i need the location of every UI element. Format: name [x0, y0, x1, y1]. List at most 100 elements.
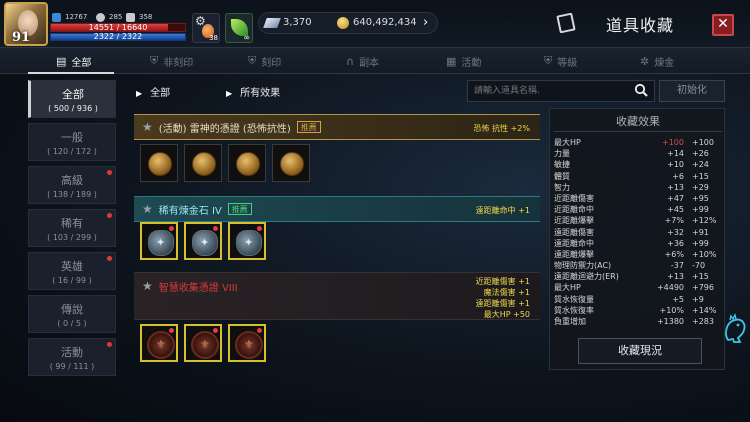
auto-potion-button[interactable]: ⚙ 38 [192, 13, 220, 43]
search-icon[interactable] [634, 83, 648, 97]
shield-icon: ⛨ [248, 54, 257, 67]
item-slot[interactable] [228, 144, 266, 182]
new-badge-dot [107, 170, 112, 175]
triangle-right-icon: ▶ [226, 89, 233, 98]
collection-group-header[interactable]: ★ (活動) 雷神的憑證 (恐怖抗性) 推薦 恐怖 抗性 +2% [134, 114, 540, 140]
alchemy-stone-icon: ✦ [148, 230, 174, 256]
effect-max-value: +15 [692, 272, 709, 282]
item-slot[interactable]: ✦ [228, 222, 266, 260]
grade-filter-dropdown[interactable]: ▶ 全部 [136, 84, 170, 99]
effect-current-value: +100 [662, 138, 684, 147]
effect-max-value: +91 [692, 227, 709, 237]
book-icon [556, 12, 576, 34]
collection-status-button[interactable]: 收藏現況 [578, 338, 702, 364]
item-slot[interactable] [140, 144, 178, 182]
tab-label: 活動 [461, 57, 482, 69]
new-badge-dot [107, 256, 112, 261]
effect-row: 質水恢復量 +5 +9 [554, 294, 722, 305]
favorite-star-icon[interactable]: ★ [142, 202, 153, 216]
effect-row: 物理防禦力(AC) -37 -70 [554, 260, 722, 271]
reset-button[interactable]: 初始化 [659, 80, 725, 102]
tab-6[interactable]: ✲ 煉金 [640, 48, 674, 74]
grade-item-6[interactable]: 活動 ( 99 / 111 ) [28, 338, 116, 376]
grade-item-4[interactable]: 英雄 ( 16 / 99 ) [28, 252, 116, 290]
tab-label: 非刻印 [163, 57, 194, 69]
collection-title: (活動) 雷神的憑證 (恐怖抗性) [158, 123, 291, 135]
search-input[interactable] [474, 84, 624, 98]
tab-label: 副本 [359, 57, 380, 69]
effect-max-value: +95 [692, 193, 709, 203]
item-slot[interactable]: ✦ [184, 222, 222, 260]
grade-name: 傳說 [61, 303, 83, 316]
collection-title: 智慧收集憑證 VIII [158, 283, 238, 294]
collection-group-header[interactable]: ★ 智慧收集憑證 VIII 近距離傷害 +1 魔法傷害 +1 遠距離傷害 +1 最大HP … [134, 272, 540, 320]
item-slot[interactable] [272, 144, 310, 182]
mp-bar: 2322 / 2322 [50, 32, 186, 41]
registerable-dot [257, 226, 262, 231]
effect-row: 遠距離爆擊 +6% +10% [554, 249, 722, 260]
grade-count: ( 500 / 936 ) [48, 104, 98, 113]
effect-row: 遠距離命中 +36 +99 [554, 238, 722, 249]
character-avatar[interactable]: 91 [4, 2, 48, 46]
grade-count: ( 120 / 172 ) [47, 147, 97, 156]
seal-coin-icon [236, 152, 260, 176]
registerable-dot [169, 328, 174, 333]
favorite-star-icon[interactable]: ★ [142, 279, 153, 293]
leaf-item-button[interactable]: ∞ [225, 13, 253, 43]
character-level: 91 [12, 30, 31, 45]
hp-bar: 14551 / 16640 [50, 23, 186, 32]
tab-label: 刻印 [261, 57, 282, 69]
collection-title: 稀有煉金石 IV [158, 205, 222, 217]
helmet-icon: ∩ [346, 54, 355, 68]
item-slot[interactable]: ⚜ [228, 324, 266, 362]
collection-group-header[interactable]: ★ 稀有煉金石 IV 推薦 遠距離命中 +1 [134, 196, 540, 222]
effect-max-value: +9 [692, 294, 704, 304]
collection-list[interactable]: ★ (活動) 雷神的憑證 (恐怖抗性) 推薦 恐怖 抗性 +2% ★ 稀有煉金石 IV 推薦… [134, 110, 540, 372]
tab-5[interactable]: ⛨ 等級 [544, 48, 577, 74]
effect-max-value: +100 [692, 138, 714, 147]
stat-group-b: 285 [96, 12, 122, 22]
item-slot[interactable]: ✦ [140, 222, 178, 260]
item-slot[interactable]: ⚜ [140, 324, 178, 362]
effect-row: 遠距離傷害 +32 +91 [554, 227, 722, 238]
close-button[interactable]: ✕ [712, 14, 734, 36]
tab-0[interactable]: ▤ 全部 [56, 48, 91, 74]
grade-item-0[interactable]: 全部 ( 500 / 936 ) [28, 80, 116, 118]
grade-item-1[interactable]: 一般 ( 120 / 172 ) [28, 123, 116, 161]
tab-3[interactable]: ∩ 副本 [346, 48, 379, 74]
seal-coin-icon [192, 152, 216, 176]
effects-list[interactable]: 最大HP +100 +100 力量 +14 +26 敏捷 +10 +24 體質 +6 +15 智力 +13… [554, 137, 722, 335]
grade-name: 英雄 [61, 260, 83, 273]
effect-current-value: +32 [667, 227, 684, 237]
item-slot[interactable]: ⚜ [184, 324, 222, 362]
power-icon [52, 12, 61, 22]
effect-name: 最大HP [554, 283, 581, 293]
item-slot[interactable] [184, 144, 222, 182]
mp-text: 2322 / 2322 [93, 32, 143, 41]
alchemy-stone-icon: ✦ [236, 230, 262, 256]
grade-item-2[interactable]: 高級 ( 138 / 189 ) [28, 166, 116, 204]
book-icon: ▤ [56, 54, 67, 68]
tab-2[interactable]: ⛨ 刻印 [248, 48, 281, 74]
grade-item-3[interactable]: 稀有 ( 103 / 299 ) [28, 209, 116, 247]
triangle-right-icon: ▶ [136, 89, 143, 98]
hp-text: 14551 / 16640 [88, 23, 148, 32]
gift-icon: ▦ [446, 54, 457, 68]
effect-name: 質水恢復量 [554, 294, 594, 304]
tab-1[interactable]: ⛨ 非刻印 [150, 48, 193, 74]
gold-coin-icon [337, 17, 349, 29]
collection-effect-line: 遠距離傷害 +1 [475, 299, 530, 308]
grade-item-5[interactable]: 傳說 ( 0 / 5 ) [28, 295, 116, 333]
active-tab-indicator [28, 72, 114, 74]
grade-count: ( 0 / 5 ) [57, 319, 87, 328]
effect-filter-dropdown[interactable]: ▶ 所有效果 [226, 84, 280, 99]
wisdom-crest-icon: ⚜ [191, 331, 219, 359]
divider [554, 131, 722, 132]
grade-count: ( 16 / 99 ) [52, 276, 92, 285]
effect-max-value: +283 [692, 317, 714, 326]
collection-effects-panel: 收藏效果 最大HP +100 +100 力量 +14 +26 敏捷 +10 +24 體質 +6 +15… [549, 108, 725, 370]
mascot-icon[interactable] [722, 312, 748, 344]
chevron-right-icon[interactable]: › [423, 15, 428, 30]
favorite-star-icon[interactable]: ★ [142, 120, 153, 134]
tab-4[interactable]: ▦ 活動 [446, 48, 481, 74]
